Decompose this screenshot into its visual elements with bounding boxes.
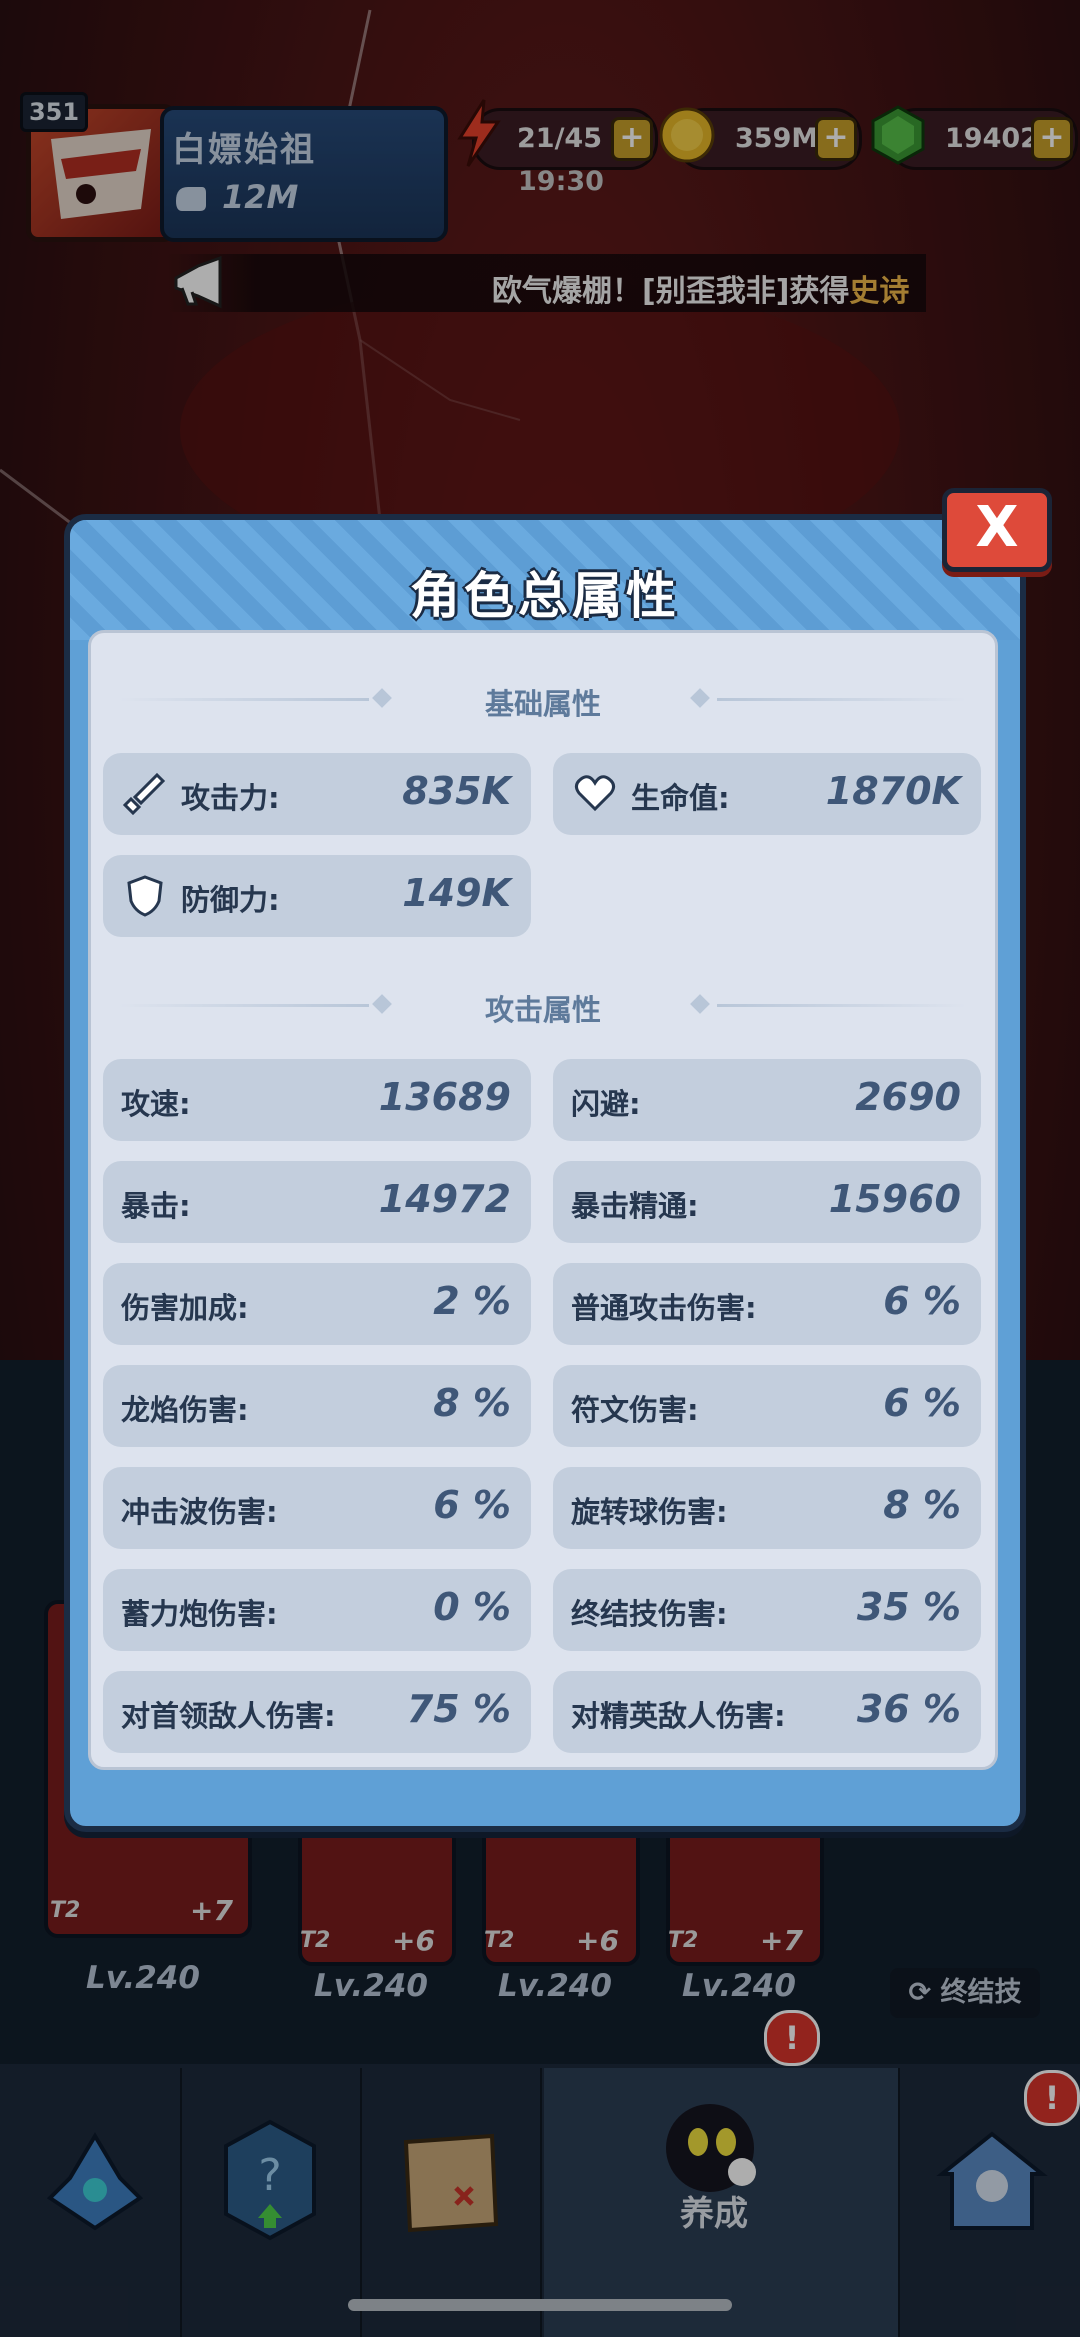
stat-value: 15960: [828, 1177, 961, 1221]
stat-value: 6 %: [883, 1381, 961, 1425]
stat-card: 闪避: 2690: [553, 1059, 981, 1141]
stat-label: 伤害加成:: [121, 1291, 249, 1325]
section-title-attack: 攻击属性: [484, 993, 601, 1027]
stat-value: 2690: [855, 1075, 961, 1119]
stat-card: 普通攻击伤害: 6 %: [553, 1263, 981, 1345]
stat-label: 旋转球伤害:: [571, 1495, 728, 1529]
stat-value: 75 %: [406, 1687, 511, 1731]
modal-title: 角色总属性: [410, 567, 680, 625]
stat-label: 蓄力炮伤害:: [121, 1597, 278, 1631]
stat-label: 防御力:: [181, 883, 280, 917]
stat-label: 龙焰伤害:: [121, 1393, 249, 1427]
stat-value: 8 %: [433, 1381, 511, 1425]
stat-value: 36 %: [856, 1687, 961, 1731]
stat-label: 对精英敌人伤害:: [571, 1699, 786, 1733]
stat-label: 冲击波伤害:: [121, 1495, 278, 1529]
stat-card: 伤害加成: 2 %: [103, 1263, 531, 1345]
stat-value: 8 %: [883, 1483, 961, 1527]
stat-card: 龙焰伤害: 8 %: [103, 1365, 531, 1447]
stat-value: 835K: [402, 769, 511, 813]
stat-card: 暴击精通: 15960: [553, 1161, 981, 1243]
attributes-panel: 基础属性 攻击力: 835K 生命值: 1870K 防御力: 149K 攻击属性…: [88, 630, 998, 1770]
stat-card: 冲击波伤害: 6 %: [103, 1467, 531, 1549]
stat-label: 终结技伤害:: [571, 1597, 728, 1631]
section-title-basic: 基础属性: [484, 687, 601, 721]
heart-icon: [574, 775, 616, 812]
section-header-attack: 攻击属性: [91, 979, 995, 1029]
stat-value: 0 %: [433, 1585, 511, 1629]
sword-icon: [123, 772, 166, 815]
stat-card: 对首领敌人伤害: 75 %: [103, 1671, 531, 1753]
stat-label: 对首领敌人伤害:: [121, 1699, 336, 1733]
divider-line: [717, 1004, 967, 1007]
stat-card-attack: 攻击力: 835K: [103, 753, 531, 835]
stat-value: 35 %: [856, 1585, 961, 1629]
stat-label: 符文伤害:: [571, 1393, 699, 1427]
shield-icon: [127, 875, 163, 917]
stat-label: 暴击:: [121, 1189, 191, 1223]
stat-label: 暴击精通:: [571, 1189, 699, 1223]
stat-label: 攻速:: [121, 1087, 191, 1121]
stat-card: 旋转球伤害: 8 %: [553, 1467, 981, 1549]
divider-line: [717, 698, 967, 701]
stat-label: 普通攻击伤害:: [571, 1291, 757, 1325]
stat-label: 生命值:: [631, 781, 730, 815]
stat-card: 蓄力炮伤害: 0 %: [103, 1569, 531, 1651]
stat-value: 2 %: [433, 1279, 511, 1323]
stat-card-health: 生命值: 1870K: [553, 753, 981, 835]
stat-value: 6 %: [433, 1483, 511, 1527]
stat-value: 149K: [402, 871, 511, 915]
stat-card-defense: 防御力: 149K: [103, 855, 531, 937]
stat-card: 终结技伤害: 35 %: [553, 1569, 981, 1651]
stat-value: 6 %: [883, 1279, 961, 1323]
stat-value: 1870K: [825, 769, 961, 813]
stat-label: 闪避:: [571, 1087, 641, 1121]
section-header-basic: 基础属性: [91, 673, 995, 723]
stat-value: 13689: [378, 1075, 511, 1119]
stat-value: 14972: [378, 1177, 511, 1221]
close-button[interactable]: X: [942, 488, 1052, 572]
stat-card: 攻速: 13689: [103, 1059, 531, 1141]
stat-card: 符文伤害: 6 %: [553, 1365, 981, 1447]
stat-label: 攻击力:: [181, 781, 280, 815]
stat-card: 暴击: 14972: [103, 1161, 531, 1243]
stat-card: 对精英敌人伤害: 36 %: [553, 1671, 981, 1753]
